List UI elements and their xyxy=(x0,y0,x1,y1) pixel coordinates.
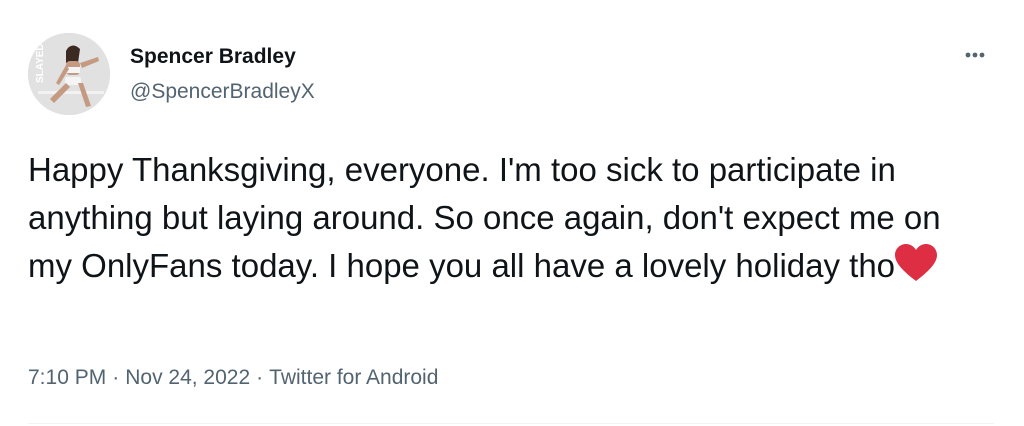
tweet-text: Happy Thanksgiving, everyone. I'm too si… xyxy=(28,146,988,290)
avatar-badge-text: SLAYED xyxy=(35,43,46,83)
avatar[interactable]: SLAYED xyxy=(28,33,110,115)
tweet-meta: 7:10 PM · Nov 24, 2022 · Twitter for Android xyxy=(28,364,438,392)
meta-separator: · xyxy=(112,366,120,389)
meta-separator: · xyxy=(256,366,264,389)
divider xyxy=(28,423,994,424)
tweet-body: Happy Thanksgiving, everyone. I'm too si… xyxy=(28,151,941,284)
tweet-time[interactable]: 7:10 PM xyxy=(28,366,106,389)
tweet-source[interactable]: Twitter for Android xyxy=(269,366,438,389)
author-name[interactable]: Spencer Bradley xyxy=(130,44,296,70)
red-heart-icon xyxy=(893,243,939,283)
author-handle[interactable]: @SpencerBradleyX xyxy=(130,79,315,105)
more-options-button[interactable] xyxy=(956,42,994,68)
more-horizontal-icon xyxy=(965,52,985,58)
tweet-date[interactable]: Nov 24, 2022 xyxy=(125,366,250,389)
tweet-card: SLAYED Spencer Bradley @SpencerBradleyX … xyxy=(0,0,1024,426)
avatar-image: SLAYED xyxy=(28,33,110,115)
